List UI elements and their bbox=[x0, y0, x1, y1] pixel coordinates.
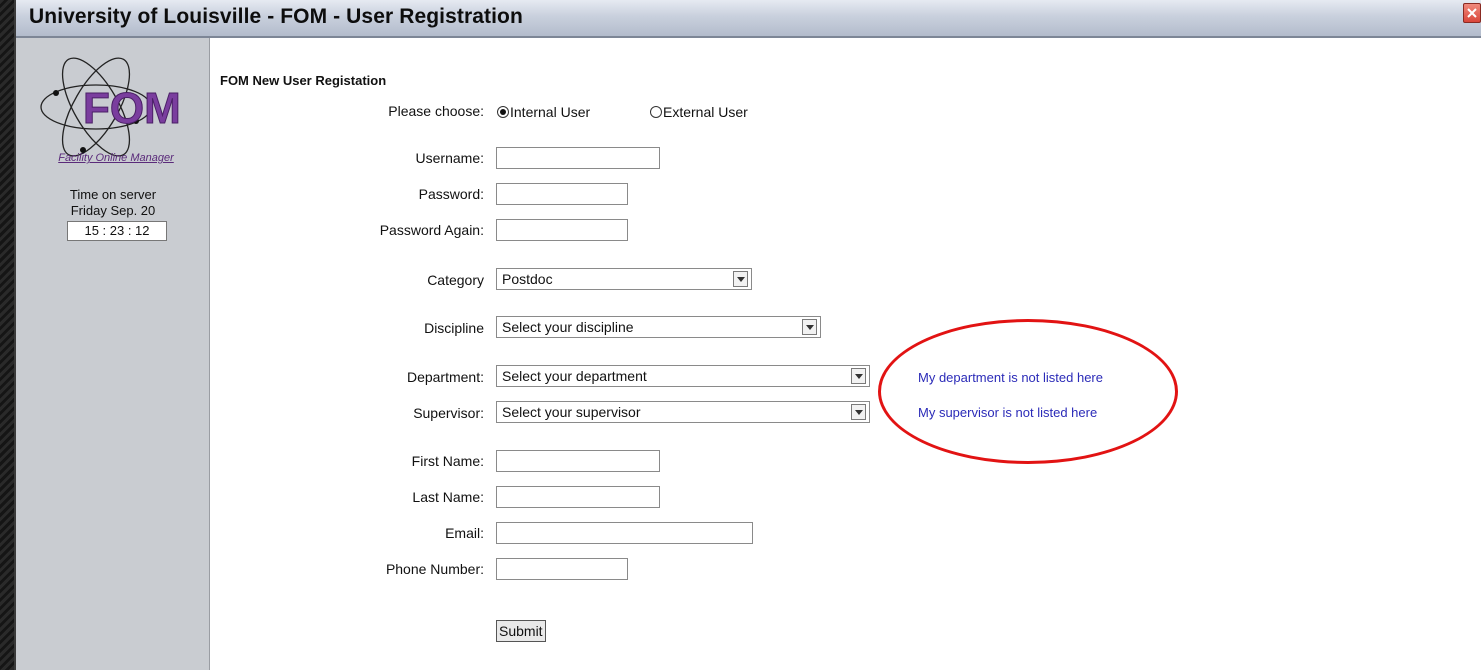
category-select[interactable]: Postdoc bbox=[496, 268, 752, 290]
desktop-background bbox=[0, 0, 14, 670]
close-icon bbox=[1467, 8, 1477, 18]
first-name-input[interactable] bbox=[496, 450, 660, 472]
external-user-radio[interactable] bbox=[650, 106, 662, 118]
password-input[interactable] bbox=[496, 183, 628, 205]
department-selected-value: Select your department bbox=[502, 368, 647, 384]
supervisor-selected-value: Select your supervisor bbox=[502, 404, 641, 420]
discipline-selected-value: Select your discipline bbox=[502, 319, 634, 335]
discipline-label: Discipline bbox=[424, 320, 484, 336]
logo-caption[interactable]: Facility Online Manager bbox=[36, 152, 196, 164]
first-name-label: First Name: bbox=[411, 453, 484, 469]
department-label: Department: bbox=[406, 369, 484, 385]
email-input[interactable] bbox=[496, 522, 753, 544]
close-button[interactable] bbox=[1463, 3, 1481, 23]
password-again-label: Password Again: bbox=[379, 222, 484, 238]
username-input[interactable] bbox=[496, 147, 660, 169]
password-label: Password: bbox=[418, 186, 484, 202]
internal-user-radio[interactable] bbox=[497, 106, 509, 118]
window-title: University of Louisville - FOM - User Re… bbox=[29, 5, 523, 28]
supervisor-select[interactable]: Select your supervisor bbox=[496, 401, 870, 423]
phone-input[interactable] bbox=[496, 558, 628, 580]
username-label: Username: bbox=[415, 150, 484, 166]
server-date: Friday Sep. 20 bbox=[70, 203, 156, 218]
department-select[interactable]: Select your department bbox=[496, 365, 870, 387]
supervisor-not-listed-link[interactable]: My supervisor is not listed here bbox=[918, 405, 1097, 420]
title-bar[interactable]: University of Louisville - FOM - User Re… bbox=[16, 0, 1481, 38]
internal-user-label[interactable]: Internal User bbox=[510, 104, 590, 120]
chevron-down-icon[interactable] bbox=[851, 368, 866, 384]
chevron-down-icon[interactable] bbox=[802, 319, 817, 335]
phone-label: Phone Number: bbox=[385, 561, 484, 577]
form-heading: FOM New User Registation bbox=[220, 73, 387, 88]
highlight-ellipse bbox=[878, 319, 1178, 464]
sidebar: FOM Facility Online Manager Time on serv… bbox=[16, 38, 210, 670]
external-user-label[interactable]: External User bbox=[663, 104, 748, 120]
category-label: Category bbox=[427, 272, 484, 288]
registration-window: University of Louisville - FOM - User Re… bbox=[14, 0, 1481, 670]
server-time-label: Time on server bbox=[69, 187, 157, 202]
chevron-down-icon[interactable] bbox=[851, 404, 866, 420]
server-clock: 15 : 23 : 12 bbox=[67, 221, 167, 241]
last-name-input[interactable] bbox=[496, 486, 660, 508]
last-name-label: Last Name: bbox=[412, 489, 484, 505]
chevron-down-icon[interactable] bbox=[733, 271, 748, 287]
choose-label: Please choose: bbox=[388, 103, 484, 119]
discipline-select[interactable]: Select your discipline bbox=[496, 316, 821, 338]
logo-wordmark: FOM bbox=[83, 84, 181, 133]
email-label: Email: bbox=[445, 525, 484, 541]
supervisor-label: Supervisor: bbox=[413, 405, 484, 421]
password-again-input[interactable] bbox=[496, 219, 628, 241]
submit-button[interactable]: Submit bbox=[496, 620, 546, 642]
category-selected-value: Postdoc bbox=[502, 271, 553, 287]
department-not-listed-link[interactable]: My department is not listed here bbox=[918, 370, 1103, 385]
